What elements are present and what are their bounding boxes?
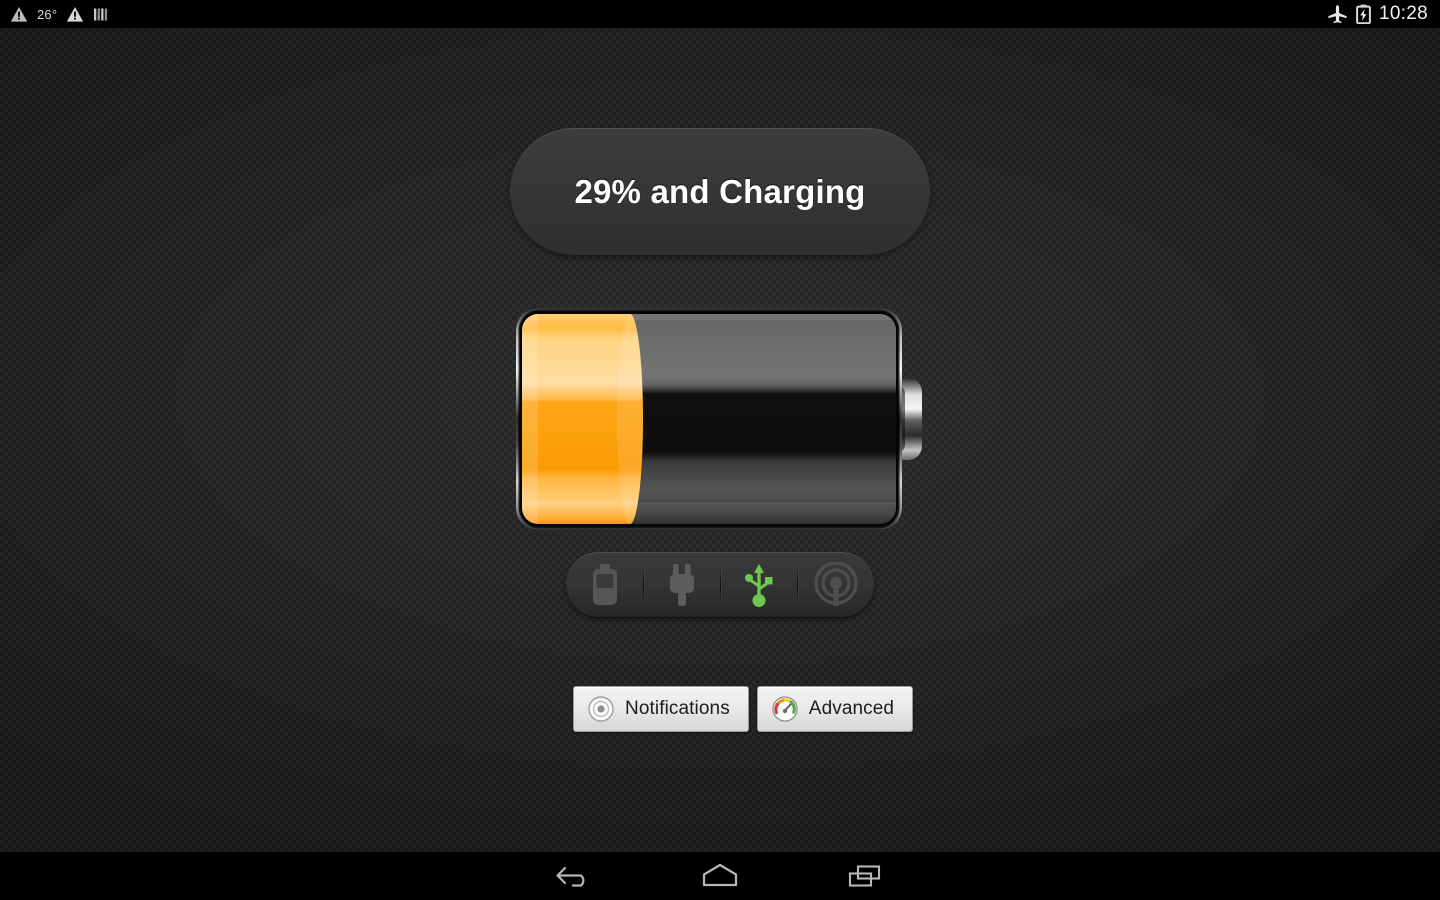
notifications-button-label: Notifications bbox=[625, 698, 730, 719]
status-bar-clock: 10:28 bbox=[1378, 3, 1428, 24]
notification-dot-icon bbox=[588, 696, 614, 722]
battery-status-text: 29% and Charging bbox=[574, 173, 866, 210]
ac-plug-icon bbox=[669, 564, 694, 606]
status-bar-left-group: 26° bbox=[10, 0, 110, 28]
notifications-button[interactable]: Notifications bbox=[573, 686, 749, 732]
usb-icon bbox=[744, 564, 772, 607]
source-battery[interactable] bbox=[566, 552, 643, 618]
charging-source-bar bbox=[566, 552, 874, 618]
status-bar: 26° 10:28 bbox=[0, 0, 1440, 28]
status-bar-temperature: 26° bbox=[37, 6, 58, 22]
warning-triangle-icon bbox=[10, 6, 28, 22]
airplane-mode-icon bbox=[1328, 5, 1347, 24]
source-ac[interactable] bbox=[643, 552, 720, 618]
wireless-charging-icon bbox=[813, 562, 858, 606]
nav-home-button[interactable] bbox=[665, 852, 775, 900]
advanced-button-label: Advanced bbox=[808, 698, 895, 719]
recent-apps-icon bbox=[848, 865, 881, 887]
android-screen: 26° 10:28 29% and Charging Notifications… bbox=[0, 0, 1440, 900]
status-bar-right-group: 10:28 bbox=[1327, 0, 1428, 28]
battery-source-icon bbox=[592, 564, 617, 605]
battery-graphic bbox=[508, 306, 932, 532]
home-icon bbox=[702, 863, 738, 887]
nav-recents-button[interactable] bbox=[810, 852, 920, 900]
nav-back-button[interactable] bbox=[520, 852, 630, 900]
source-usb[interactable] bbox=[720, 552, 797, 618]
gauge-icon bbox=[772, 696, 798, 722]
warning-triangle-icon bbox=[67, 6, 84, 22]
source-wireless[interactable] bbox=[797, 552, 874, 618]
signal-bars-icon bbox=[94, 8, 108, 20]
back-arrow-icon bbox=[556, 866, 585, 887]
navigation-bar bbox=[0, 852, 1440, 900]
advanced-button[interactable]: Advanced bbox=[756, 686, 914, 732]
battery-illustration bbox=[516, 308, 922, 530]
battery-status-card: 29% and Charging bbox=[510, 128, 930, 256]
action-button-row: Notifications Advanced bbox=[573, 686, 914, 732]
battery-charging-icon bbox=[1356, 4, 1371, 24]
